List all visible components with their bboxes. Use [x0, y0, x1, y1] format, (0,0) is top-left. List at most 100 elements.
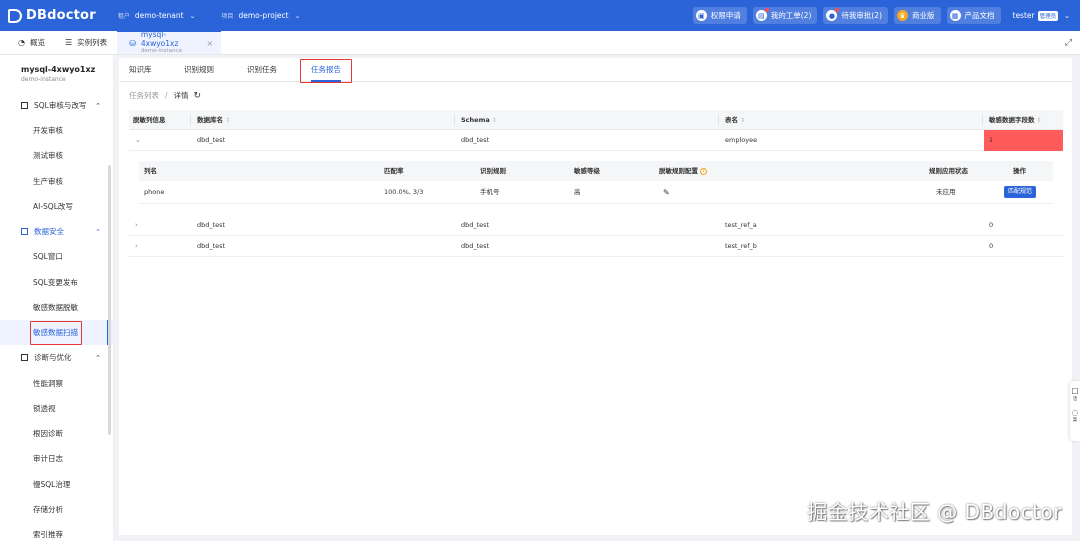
sidebar-item-label: 根因诊断	[33, 429, 63, 439]
chevron-up-icon: ⌃	[95, 101, 101, 110]
sidebar-item-data-masking[interactable]: 敏感数据脱敏	[0, 295, 113, 320]
cell-schema: dbd_test	[461, 221, 490, 229]
sidebar-item-ai-sql-rewrite[interactable]: AI-SQL改写	[0, 194, 113, 219]
sidebar-item-label: 敏感数据脱敏	[33, 302, 78, 312]
sidebar-item-label: 锁透视	[33, 403, 56, 413]
fullscreen-icon[interactable]: ⤢	[1065, 38, 1072, 48]
my-tickets-button[interactable]: ▤ 我的工单(2)	[752, 7, 818, 24]
sidebar-item-perf-insight[interactable]: 性能洞察	[0, 370, 113, 395]
sidebar-item-sql-window[interactable]: SQL窗口	[0, 244, 113, 269]
sort-icon: ⇕	[1036, 117, 1042, 124]
sidebar-item-label: SQL窗口	[33, 252, 63, 262]
sidebar-item-storage[interactable]: 存储分析	[0, 497, 113, 522]
tab-instance-detail[interactable]: ⛁ mysql-4xwyo1xz demo-instance ×	[117, 30, 222, 54]
cell-sensitive-count: 0	[989, 242, 994, 250]
sidebar-item-data-scan[interactable]: 敏感数据扫描	[0, 320, 113, 346]
sidebar-item-prod-audit[interactable]: 生产审核	[0, 169, 113, 194]
sidebar-item-slow-sql[interactable]: 慢SQL治理	[0, 472, 113, 497]
tab-instance-list-label: 实例列表	[77, 37, 108, 47]
project-value: demo-project	[238, 11, 289, 20]
sidebar-group-data-security[interactable]: 数据安全 ⌃	[0, 219, 113, 244]
sidebar-item-dev-audit[interactable]: 开发审核	[0, 118, 113, 143]
breadcrumb-parent[interactable]: 任务列表	[129, 90, 159, 101]
sidebar-group-diagnosis[interactable]: 诊断与优化 ⌃	[0, 345, 113, 370]
cell-database: dbd_test	[197, 136, 226, 144]
database-icon: ⛁	[129, 38, 136, 48]
sidebar-item-label: AI-SQL改写	[33, 202, 73, 212]
sidebar-item-index-advice[interactable]: 索引推荐	[0, 522, 113, 541]
user-role-badge: 管理员	[1037, 10, 1059, 21]
tenant-label: 租户	[117, 13, 130, 20]
close-icon[interactable]: ×	[206, 39, 213, 48]
col-sensitive-count[interactable]: 敏感数据字段数 ⇕	[989, 110, 1042, 130]
col-table-name[interactable]: 表名 ⇕	[725, 110, 745, 130]
table-row[interactable]: › dbd_test dbd_test test_ref_b 0	[129, 236, 1063, 257]
approval-icon: ●	[826, 8, 840, 21]
sub-col-apply-status: 规则应用状态	[929, 167, 968, 175]
highlight-box	[300, 59, 352, 83]
sidebar-group-sql-audit[interactable]: SQL审核与改写 ⌃	[0, 93, 113, 118]
sidebar-item-audit-log[interactable]: 审计日志	[0, 446, 113, 471]
commercial-edition-label: 商业版	[912, 11, 935, 20]
sub-cell-level: 高	[574, 188, 581, 196]
instance-sub: demo-instance	[21, 76, 66, 83]
logo[interactable]: DBdoctor	[8, 8, 96, 23]
cell-schema: dbd_test	[461, 136, 490, 144]
table-row[interactable]: › dbd_test dbd_test test_ref_a 0	[129, 215, 1063, 236]
chevron-down-icon: ⌄	[1064, 11, 1070, 20]
tab-overview[interactable]: ◔ 概览	[8, 30, 55, 54]
product-docs-label: 产品文档	[964, 11, 995, 20]
main-content: 知识库 识别规则 识别任务 任务报告 任务列表 / 详情 ↻ 脱敏列信息 数据库…	[119, 58, 1072, 535]
tab-recognition-tasks[interactable]: 识别任务	[247, 58, 277, 82]
sort-icon: ⇕	[491, 117, 497, 124]
col-schema[interactable]: Schema ⇕	[461, 110, 497, 130]
list-icon: ☰	[64, 37, 73, 47]
commercial-edition-button[interactable]: ♛ 商业版	[894, 7, 941, 24]
expand-chevron-icon[interactable]: ›	[135, 236, 138, 257]
user-name: tester	[1012, 11, 1035, 20]
tab-knowledge-base[interactable]: 知识库	[129, 58, 152, 82]
match-rule-button[interactable]: 匹配规范	[1004, 186, 1037, 198]
sidebar-item-test-audit[interactable]: 测试审核	[0, 143, 113, 168]
sidebar-scrollbar[interactable]	[108, 165, 111, 435]
tab-instance-list[interactable]: ☰ 实例列表	[55, 30, 117, 54]
edit-icon[interactable]: ✎	[663, 188, 670, 197]
tenant-selector[interactable]: 租户 demo-tenant ⌄	[118, 11, 196, 20]
sidebar-group-label: 数据安全	[34, 227, 64, 237]
col-database-name[interactable]: 数据库名 ⇕	[197, 110, 230, 130]
project-selector[interactable]: 项目 demo-project ⌄	[221, 11, 300, 20]
logo-text: DBdoctor	[26, 8, 96, 23]
sidebar-item-root-cause[interactable]: 根因诊断	[0, 421, 113, 446]
cell-schema: dbd_test	[461, 242, 490, 250]
cell-database: dbd_test	[197, 221, 226, 229]
sidebar-item-label: 生产审核	[33, 176, 63, 186]
sub-cell-column: phone	[144, 188, 165, 196]
pending-approval-button[interactable]: ● 待我审批(2)	[823, 7, 888, 24]
user-menu[interactable]: tester 管理员 ⌄	[1012, 10, 1070, 21]
help-icon[interactable]: ◌	[1070, 408, 1080, 417]
expand-chevron-icon[interactable]: ›	[135, 215, 138, 236]
chevron-down-icon: ⌄	[189, 11, 196, 20]
sidebar-group-label: SQL审核与改写	[34, 101, 87, 110]
cell-table: employee	[725, 136, 758, 144]
collapse-chevron-icon[interactable]: ⌄	[135, 130, 141, 151]
refresh-icon[interactable]: ↻	[194, 91, 202, 101]
table-row[interactable]: ⌄ dbd_test dbd_test employee 1	[129, 130, 1063, 151]
activity-icon[interactable]: ☐	[1070, 387, 1080, 396]
cell-sensitive-count: 1	[984, 130, 1063, 151]
highlight-box	[30, 321, 82, 346]
sidebar-item-sql-change[interactable]: SQL变更发布	[0, 269, 113, 294]
product-docs-button[interactable]: ▦ 产品文档	[946, 7, 1001, 24]
sub-col-level: 敏感等级	[574, 167, 600, 175]
sub-cell-status: 未应用	[936, 188, 956, 196]
breadcrumb-separator: /	[165, 91, 168, 100]
sub-col-match-rate: 匹配率	[384, 167, 404, 175]
instance-info: mysql-4xwyo1xz demo-instance	[0, 55, 113, 83]
permission-request-button[interactable]: ▣ 权限申请	[692, 7, 747, 24]
sidebar-item-lock-view[interactable]: 锁透视	[0, 396, 113, 421]
floating-dock[interactable]: ☐ 活 ◌ 案	[1070, 381, 1080, 441]
sub-cell-rule: 手机号	[480, 188, 500, 196]
tab-recognition-rules[interactable]: 识别规则	[184, 58, 214, 82]
cell-database: dbd_test	[197, 242, 226, 250]
sub-cell-match-rate: 100.0%, 3/3	[384, 188, 424, 196]
